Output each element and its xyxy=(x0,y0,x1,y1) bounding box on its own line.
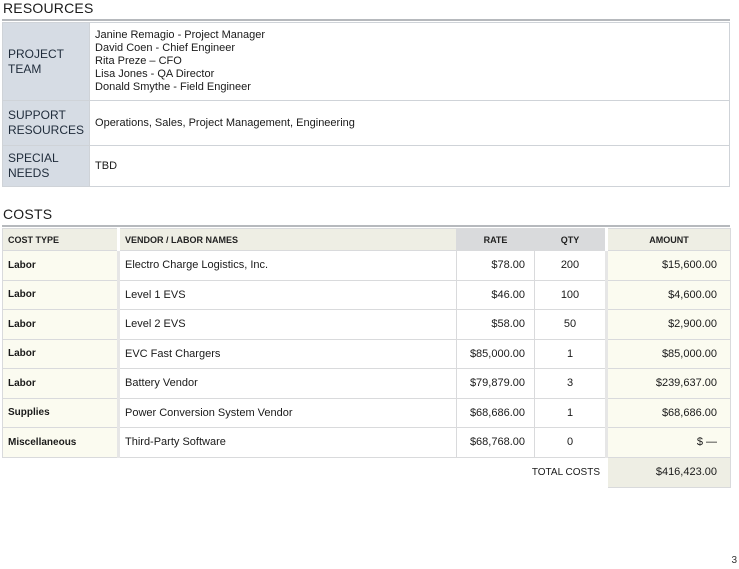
rate-cell: $58.00 xyxy=(456,309,535,340)
vendor-cell: Third-Party Software xyxy=(117,427,457,458)
vendor-cell: Power Conversion System Vendor xyxy=(117,397,457,428)
page-number: 3 xyxy=(731,555,737,566)
table-row: Labor Electro Charge Logistics, Inc. $78… xyxy=(2,250,731,281)
project-team-row: PROJECT TEAM Janine Remagio - Project Ma… xyxy=(1,22,730,101)
special-needs-value: TBD xyxy=(89,145,730,187)
cost-type-cell: Labor xyxy=(2,309,119,340)
resources-table: PROJECT TEAM Janine Remagio - Project Ma… xyxy=(1,22,730,187)
rate-cell: $85,000.00 xyxy=(456,338,535,369)
amount-cell: $239,637.00 xyxy=(605,368,731,399)
costs-divider xyxy=(2,225,730,227)
project-team-label-line1: PROJECT xyxy=(8,46,65,61)
col-header-rate: RATE xyxy=(456,228,535,251)
special-needs-row: SPECIAL NEEDS TBD xyxy=(1,145,730,187)
vendor-cell: Level 1 EVS xyxy=(117,279,457,310)
amount-cell: $2,900.00 xyxy=(605,309,731,340)
qty-cell: 100 xyxy=(534,279,607,310)
cost-type-cell: Labor xyxy=(2,279,119,310)
vendor-cell: Battery Vendor xyxy=(117,368,457,399)
vendor-cell: Level 2 EVS xyxy=(117,309,457,340)
qty-cell: 200 xyxy=(534,250,607,281)
qty-cell: 50 xyxy=(534,309,607,340)
project-team-label: PROJECT TEAM xyxy=(1,22,91,101)
cost-type-cell: Miscellaneous xyxy=(2,427,119,458)
support-resources-label-line2: RESOURCES xyxy=(8,123,85,137)
rate-cell: $46.00 xyxy=(456,279,535,310)
support-resources-label-line1: SUPPORT xyxy=(8,108,66,122)
vendor-cell: EVC Fast Chargers xyxy=(117,338,457,369)
rate-cell: $68,768.00 xyxy=(456,427,535,458)
qty-cell: 1 xyxy=(534,397,607,428)
resources-divider xyxy=(2,19,730,21)
cost-type-cell: Labor xyxy=(2,250,119,281)
special-needs-label: SPECIAL NEEDS xyxy=(1,145,91,187)
col-header-qty: QTY xyxy=(534,228,607,251)
rate-cell: $68,686.00 xyxy=(456,397,535,428)
total-costs-label: TOTAL COSTS xyxy=(531,466,600,478)
amount-cell: $ — xyxy=(605,427,731,458)
amount-cell: $4,600.00 xyxy=(605,279,731,310)
support-resources-label: SUPPORT RESOURCES xyxy=(1,100,91,146)
costs-table: COST TYPE VENDOR / LABOR NAMES RATE QTY … xyxy=(2,228,731,488)
col-header-amount: AMOUNT xyxy=(605,228,731,251)
total-row: TOTAL COSTS $416,423.00 xyxy=(3,456,731,488)
costs-heading: COSTS xyxy=(3,206,53,222)
qty-cell: 0 xyxy=(534,427,607,458)
table-row: Labor Level 1 EVS $46.00 100 $4,600.00 xyxy=(2,279,731,310)
qty-cell: 3 xyxy=(534,368,607,399)
team-member: Lisa Jones - QA Director xyxy=(95,68,215,80)
cost-type-cell: Supplies xyxy=(2,397,119,428)
table-row: Labor Battery Vendor $79,879.00 3 $239,6… xyxy=(2,368,731,399)
project-team-label-line2: TEAM xyxy=(8,61,42,76)
amount-cell: $85,000.00 xyxy=(605,338,731,369)
cost-type-cell: Labor xyxy=(2,338,119,369)
support-resources-row: SUPPORT RESOURCES Operations, Sales, Pro… xyxy=(1,100,730,146)
team-member: Rita Preze – CFO xyxy=(95,55,182,67)
vendor-cell: Electro Charge Logistics, Inc. xyxy=(117,250,457,281)
total-costs-value: $416,423.00 xyxy=(605,456,731,488)
resources-heading: RESOURCES xyxy=(3,0,94,16)
table-row: Labor Level 2 EVS $58.00 50 $2,900.00 xyxy=(2,309,731,340)
team-member: Janine Remagio - Project Manager xyxy=(95,29,265,41)
table-row: Labor EVC Fast Chargers $85,000.00 1 $85… xyxy=(2,338,731,369)
support-resources-value: Operations, Sales, Project Management, E… xyxy=(89,100,730,146)
amount-cell: $15,600.00 xyxy=(605,250,731,281)
table-row: Miscellaneous Third-Party Software $68,7… xyxy=(2,427,731,458)
special-needs-label-line2: NEEDS xyxy=(8,166,50,180)
col-header-cost-type: COST TYPE xyxy=(2,228,119,251)
col-header-vendor: VENDOR / LABOR NAMES xyxy=(117,228,457,251)
amount-cell: $68,686.00 xyxy=(605,397,731,428)
team-member: David Coen - Chief Engineer xyxy=(95,42,236,54)
rate-cell: $79,879.00 xyxy=(456,368,535,399)
table-row: Supplies Power Conversion System Vendor … xyxy=(2,397,731,428)
costs-header-row: COST TYPE VENDOR / LABOR NAMES RATE QTY … xyxy=(2,228,731,251)
rate-cell: $78.00 xyxy=(456,250,535,281)
cost-type-cell: Labor xyxy=(2,368,119,399)
team-member: Donald Smythe - Field Engineer xyxy=(95,81,251,93)
project-team-members: Janine Remagio - Project Manager David C… xyxy=(89,22,730,101)
special-needs-label-line1: SPECIAL xyxy=(8,151,59,165)
qty-cell: 1 xyxy=(534,338,607,369)
